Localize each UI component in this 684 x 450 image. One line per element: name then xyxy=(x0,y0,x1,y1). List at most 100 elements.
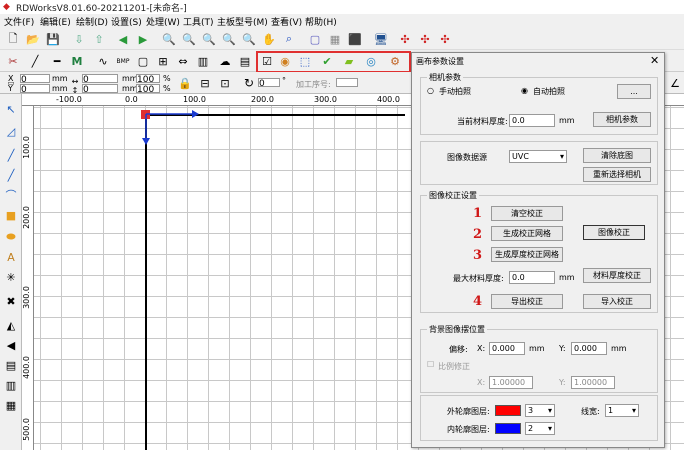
distribute-icon[interactable]: ⇔ xyxy=(174,52,192,70)
tool-icon[interactable]: ∠ xyxy=(668,74,682,92)
rectangle-icon[interactable]: ■ xyxy=(2,206,20,224)
offset-y-input[interactable]: 0.000 xyxy=(571,342,607,355)
mirror-v-icon[interactable]: ◀ xyxy=(2,336,20,354)
order-field[interactable] xyxy=(336,78,358,87)
browse-button[interactable]: ... xyxy=(617,84,651,99)
new-file-icon[interactable]: 🗋 xyxy=(4,30,22,48)
zoom-fit-icon[interactable]: ⌕ xyxy=(280,30,298,48)
menu-process[interactable]: 处理(W) xyxy=(146,15,180,28)
menu-edit[interactable]: 编辑(E) xyxy=(40,15,71,28)
image-calibration-button[interactable]: 图像校正 xyxy=(583,225,645,240)
scale-w-field[interactable]: 100 xyxy=(136,74,160,85)
export-calibration-button[interactable]: 导出校正 xyxy=(491,294,563,309)
width-field[interactable]: 0 xyxy=(82,74,118,85)
offset-x-input[interactable]: 0.000 xyxy=(489,342,525,355)
point-icon[interactable]: ✳ xyxy=(2,268,20,286)
vruler-tick: 500.0 xyxy=(22,418,31,441)
rect-outline-icon[interactable]: ▢ xyxy=(134,52,152,70)
wand-icon[interactable]: ╱ xyxy=(26,52,44,70)
ratio-x-input[interactable]: 1.00000 xyxy=(489,376,533,389)
ratio-checkbox[interactable]: ☐ xyxy=(427,360,434,369)
menu-settings[interactable]: 设置(S) xyxy=(111,15,142,28)
pan-icon[interactable]: ✋ xyxy=(260,30,278,48)
curve-draw-icon[interactable]: ⌒ xyxy=(2,186,20,204)
camera-params-button[interactable]: 相机参数 xyxy=(593,112,651,127)
undo-icon[interactable]: ◀ xyxy=(114,30,132,48)
array-copy-icon[interactable]: ▦ xyxy=(2,396,20,414)
thickness-input[interactable]: 0.0 xyxy=(509,114,555,127)
zoom-in-icon[interactable]: 🔍 xyxy=(160,30,178,48)
scissors-icon[interactable]: ✂ xyxy=(4,52,22,70)
image-source-select[interactable]: UVC ▾ xyxy=(509,150,567,163)
clear-calibration-button[interactable]: 清空校正 xyxy=(491,206,563,221)
auto-radio[interactable]: ◉ xyxy=(521,86,528,95)
zoom-select-icon[interactable]: 🔍 xyxy=(240,30,258,48)
outer-layer-select[interactable]: 3 ▾ xyxy=(525,404,555,417)
mirror-icon[interactable]: ⊟ xyxy=(196,74,214,92)
material-thickness-calibration-button[interactable]: 材料厚度校正 xyxy=(583,268,651,283)
bmp-icon[interactable]: BMP xyxy=(114,52,132,70)
ruler-tool-icon[interactable]: ━ xyxy=(48,52,66,70)
import-calibration-button[interactable]: 导入校正 xyxy=(583,294,651,309)
m-icon[interactable]: M xyxy=(68,52,86,70)
height-field[interactable]: 0 xyxy=(82,84,118,95)
redo-icon[interactable]: ▶ xyxy=(134,30,152,48)
y-coord-field[interactable]: 0 xyxy=(20,84,50,95)
ratio-y-input[interactable]: 1.00000 xyxy=(571,376,615,389)
align-icon[interactable]: ⊞ xyxy=(154,52,172,70)
inner-layer-select[interactable]: 2 ▾ xyxy=(525,422,555,435)
menu-file[interactable]: 文件(F) xyxy=(4,15,34,28)
save-icon[interactable]: 💾 xyxy=(44,30,62,48)
import-icon[interactable]: ⇩ xyxy=(70,30,88,48)
gen-grid-button[interactable]: 生成校正网格 xyxy=(491,226,563,241)
mirror-h-icon[interactable]: ◭ xyxy=(2,316,20,334)
select-icon[interactable]: ↖ xyxy=(2,100,20,118)
offset-x-unit: mm xyxy=(529,344,545,353)
rotate-field[interactable]: 0 xyxy=(258,78,280,89)
text-icon[interactable]: A xyxy=(2,248,20,266)
grid-icon-1[interactable]: ✣ xyxy=(396,30,414,48)
close-icon[interactable]: ✕ xyxy=(650,54,659,67)
apply-icon[interactable]: ⊡ xyxy=(216,74,234,92)
line-icon[interactable]: ╱ xyxy=(2,146,20,164)
layout-icon[interactable]: ▥ xyxy=(194,52,212,70)
manual-radio[interactable]: ○ xyxy=(427,86,434,95)
ellipse-icon[interactable]: ⬬ xyxy=(2,228,20,246)
max-thickness-input[interactable]: 0.0 xyxy=(509,271,555,284)
grid-icon-2[interactable]: ✣ xyxy=(416,30,434,48)
delete-icon[interactable]: ✖ xyxy=(2,292,20,310)
x-coord-field[interactable]: 0 xyxy=(20,74,50,85)
menu-help[interactable]: 帮助(H) xyxy=(305,15,337,28)
scale-h-field[interactable]: 100 xyxy=(136,84,160,95)
align-left-icon[interactable]: ▤ xyxy=(2,356,20,374)
array-icon[interactable]: ▤ xyxy=(236,52,254,70)
menu-view[interactable]: 查看(V) xyxy=(271,15,302,28)
zoom-out-icon[interactable]: 🔍 xyxy=(180,30,198,48)
align-right-icon[interactable]: ▥ xyxy=(2,376,20,394)
menu-board[interactable]: 主板型号(M) xyxy=(217,15,268,28)
step-number-1: 1 xyxy=(473,206,483,221)
polyline-icon[interactable]: ╱ xyxy=(2,166,20,184)
menu-tools[interactable]: 工具(T) xyxy=(183,15,214,28)
reselect-camera-button[interactable]: 重新选择相机 xyxy=(583,167,651,182)
grid-icon-3[interactable]: ✣ xyxy=(436,30,454,48)
node-edit-icon[interactable]: ◿ xyxy=(2,122,20,140)
pct-h: % xyxy=(163,84,171,93)
gen-thickness-grid-button[interactable]: 生成厚度校正网格 xyxy=(491,247,563,262)
curve-icon[interactable]: ∿ xyxy=(94,52,112,70)
stop-icon[interactable]: ⬛ xyxy=(346,30,364,48)
clear-background-button[interactable]: 清除底图 xyxy=(583,148,651,163)
cloud-icon[interactable]: ☁ xyxy=(216,52,234,70)
menu-draw[interactable]: 绘制(D) xyxy=(76,15,108,28)
zoom-window-icon[interactable]: 🔍 xyxy=(200,30,218,48)
chevron-down-icon: ▾ xyxy=(547,424,552,433)
simulate-icon[interactable]: ▦ xyxy=(326,30,344,48)
frame-icon[interactable]: ▢ xyxy=(306,30,324,48)
open-folder-icon[interactable]: 📂 xyxy=(24,30,42,48)
lock-ratio-icon[interactable]: 🔒 xyxy=(176,74,194,92)
zoom-page-icon[interactable]: 🔍 xyxy=(220,30,238,48)
rotate-icon[interactable]: ↻ xyxy=(240,74,258,92)
line-width-select[interactable]: 1 ▾ xyxy=(605,404,639,417)
monitor-icon[interactable]: 🖥 xyxy=(372,30,390,48)
export-icon[interactable]: ⇧ xyxy=(90,30,108,48)
